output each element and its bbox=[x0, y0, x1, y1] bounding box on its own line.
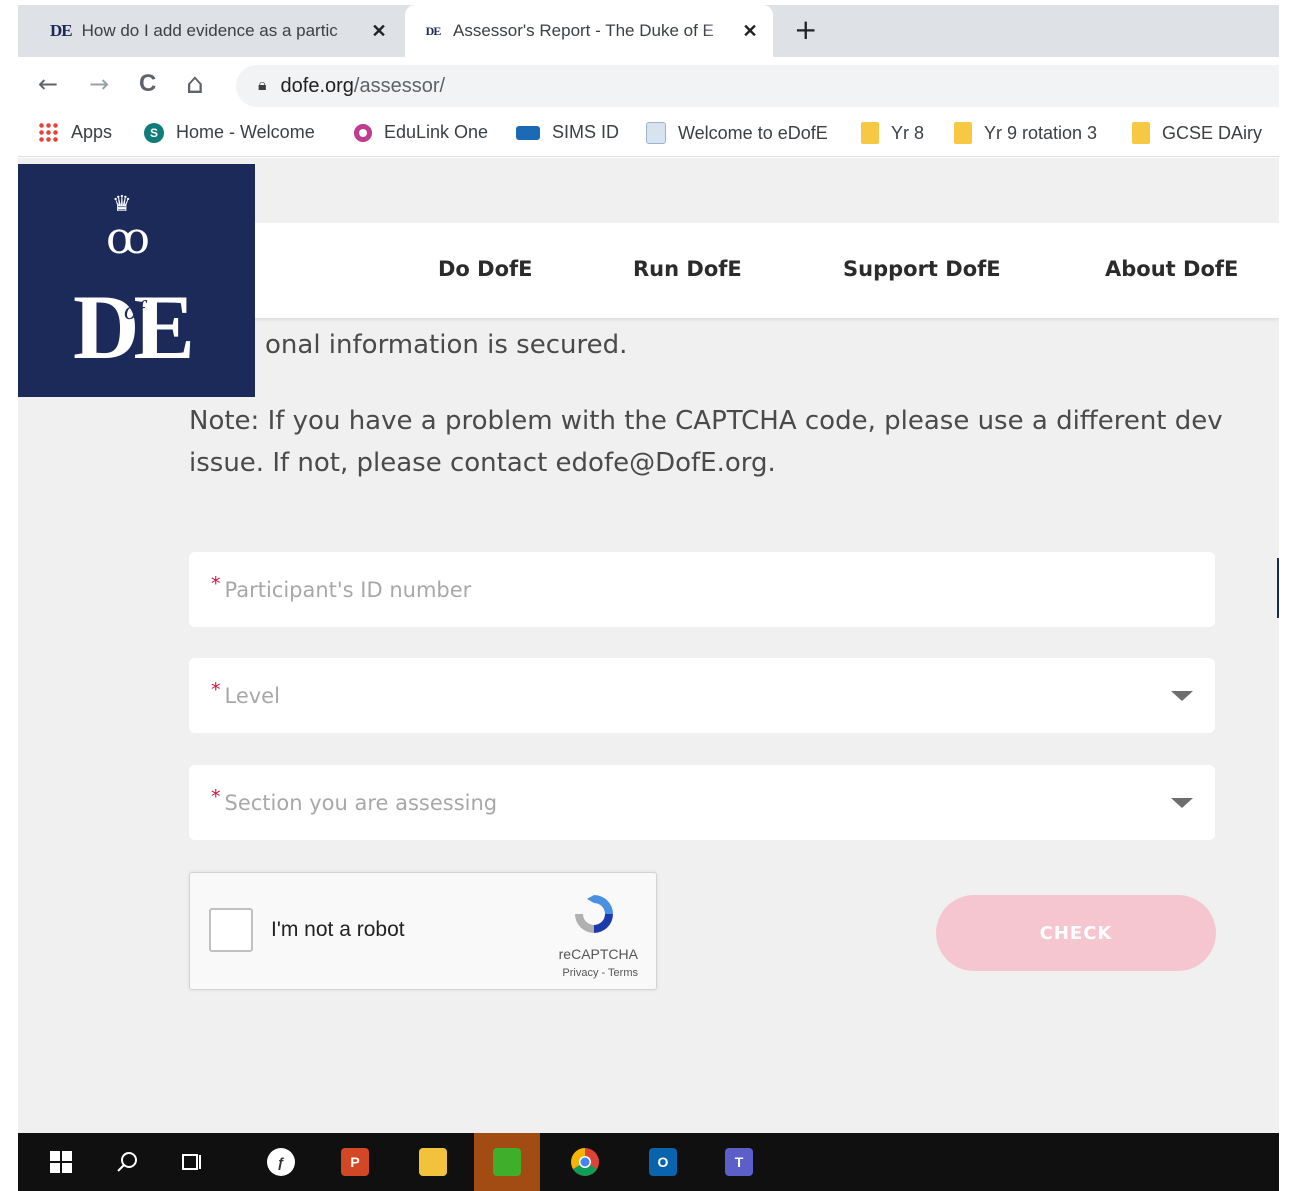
folder-icon bbox=[861, 122, 879, 144]
bookmark-home-welcome[interactable]: S Home - Welcome bbox=[144, 122, 315, 143]
participant-id-placeholder: Participant's ID number bbox=[224, 577, 472, 602]
bookmark-gcse[interactable]: GCSE DAiry bbox=[1132, 122, 1262, 144]
document-icon bbox=[646, 122, 666, 144]
address-bar[interactable]: 🔒︎ dofe.org/assessor/ bbox=[236, 65, 1279, 107]
bookmark-edulink[interactable]: EduLink One bbox=[354, 122, 488, 143]
dofe-logo[interactable]: ♛ ꝏ DE of bbox=[18, 164, 255, 397]
chrome-icon[interactable] bbox=[552, 1133, 618, 1191]
tab-strip: DE How do I add evidence as a partic ✕ D… bbox=[18, 5, 1279, 57]
chevron-down-icon bbox=[1171, 691, 1193, 701]
recaptcha-logo-icon bbox=[575, 895, 613, 933]
recaptcha-widget: I'm not a robot reCAPTCHA Privacy - Term… bbox=[189, 872, 657, 990]
section-placeholder: Section you are assessing bbox=[224, 790, 498, 815]
chevron-down-icon bbox=[1171, 798, 1193, 808]
outlook-icon[interactable]: O bbox=[630, 1133, 696, 1191]
tab-title: Assessor's Report - The Duke of E bbox=[453, 21, 714, 40]
note-line-2: issue. If not, please contact edofe@DofE… bbox=[189, 448, 776, 478]
cypher-icon: ꝏ bbox=[106, 213, 150, 264]
url-host: dofe.org bbox=[280, 74, 354, 97]
task-view-icon[interactable] bbox=[160, 1133, 226, 1191]
bookmark-apps[interactable]: Apps bbox=[38, 122, 112, 143]
bookmark-yr8[interactable]: Yr 8 bbox=[861, 122, 924, 144]
tab-assessor-report[interactable]: DE Assessor's Report - The Duke of E ✕ bbox=[405, 5, 773, 57]
check-button[interactable]: CHECK bbox=[936, 895, 1216, 971]
back-icon[interactable]: ← bbox=[38, 69, 58, 99]
folder-icon bbox=[954, 122, 972, 144]
new-tab-button[interactable]: + bbox=[794, 15, 817, 45]
logo-of: of bbox=[124, 296, 145, 325]
page-content: Do DofE Run DofE Support DofE About DofE… bbox=[18, 158, 1279, 1133]
bookmarks-bar: Apps S Home - Welcome EduLink One SIMS ID… bbox=[18, 113, 1279, 157]
close-icon[interactable]: ✕ bbox=[737, 21, 763, 42]
file-explorer-icon[interactable] bbox=[400, 1133, 466, 1191]
bookmark-edofe[interactable]: Welcome to eDofE bbox=[646, 122, 828, 144]
nav-run-dofe[interactable]: Run DofE bbox=[633, 257, 742, 281]
recaptcha-brand: reCAPTCHA bbox=[558, 946, 638, 962]
search-icon[interactable] bbox=[94, 1133, 160, 1191]
side-tab-edge[interactable] bbox=[1277, 558, 1279, 618]
bookmark-sims[interactable]: SIMS ID bbox=[516, 122, 619, 143]
nav-do-dofe[interactable]: Do DofE bbox=[438, 257, 533, 281]
dofe-favicon-icon: DE bbox=[50, 21, 73, 40]
note-line-1: Note: If you have a problem with the CAP… bbox=[189, 406, 1223, 436]
browser-toolbar: ← → C ⌂ 🔒︎ dofe.org/assessor/ bbox=[18, 57, 1279, 113]
forward-icon[interactable]: → bbox=[89, 69, 109, 99]
bookmark-yr9[interactable]: Yr 9 rotation 3 bbox=[954, 122, 1097, 144]
section-select[interactable]: * Section you are assessing bbox=[189, 765, 1215, 840]
sharepoint-icon: S bbox=[144, 122, 164, 143]
home-icon[interactable]: ⌂ bbox=[186, 69, 204, 99]
green-app-icon[interactable] bbox=[474, 1133, 540, 1191]
edulink-icon bbox=[354, 123, 372, 142]
recaptcha-checkbox[interactable] bbox=[209, 908, 253, 952]
required-mark: * bbox=[211, 572, 221, 595]
powerpoint-icon[interactable]: P bbox=[322, 1133, 388, 1191]
captcha-note: Note: If you have a problem with the CAP… bbox=[189, 400, 1279, 484]
reload-icon[interactable]: C bbox=[139, 69, 156, 99]
apps-grid-icon bbox=[38, 122, 59, 143]
intro-text: onal information is secured. bbox=[265, 330, 628, 360]
tab-title: How do I add evidence as a partic bbox=[81, 21, 338, 40]
recaptcha-label: I'm not a robot bbox=[271, 918, 405, 941]
dofe-favicon-icon: DE bbox=[425, 23, 442, 38]
close-icon[interactable]: ✕ bbox=[366, 21, 392, 42]
nav-about-dofe[interactable]: About DofE bbox=[1105, 257, 1238, 281]
level-placeholder: Level bbox=[224, 683, 280, 708]
windows-start-icon[interactable] bbox=[28, 1133, 94, 1191]
participant-id-input[interactable]: * Participant's ID number bbox=[189, 552, 1215, 627]
lock-icon: 🔒︎ bbox=[258, 77, 267, 94]
flash-icon[interactable]: ƒ bbox=[248, 1133, 314, 1191]
required-mark: * bbox=[211, 678, 221, 701]
sims-icon bbox=[516, 125, 540, 140]
url-path: /assessor/ bbox=[353, 74, 446, 97]
tab-help-article[interactable]: DE How do I add evidence as a partic ✕ bbox=[18, 5, 402, 57]
nav-support-dofe[interactable]: Support DofE bbox=[843, 257, 1001, 281]
teams-icon[interactable]: T bbox=[706, 1133, 772, 1191]
required-mark: * bbox=[211, 785, 221, 808]
folder-icon bbox=[1132, 122, 1150, 144]
windows-taskbar: ƒ P O T bbox=[18, 1133, 1279, 1191]
recaptcha-terms-link[interactable]: Privacy - Terms bbox=[562, 967, 638, 979]
level-select[interactable]: * Level bbox=[189, 658, 1215, 733]
